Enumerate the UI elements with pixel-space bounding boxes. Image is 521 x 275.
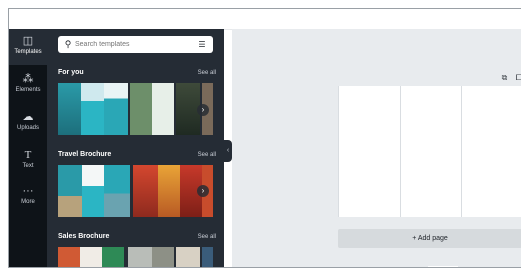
- thumbs-sales-brochure: [58, 247, 213, 267]
- template-thumb[interactable]: [176, 247, 200, 267]
- section-title-sales-brochure: Sales Brochure: [58, 233, 110, 240]
- rail-label-elements: Elements: [15, 87, 41, 93]
- template-thumb[interactable]: [58, 165, 82, 217]
- thumbs-for-you: ›: [58, 83, 213, 135]
- search-box[interactable]: ⚲ ☰: [58, 36, 213, 53]
- side-rail: ◫ Templates ⁂ Elements ☁ Uploads T Text …: [9, 29, 47, 267]
- uploads-icon: ☁: [22, 111, 34, 123]
- fold-line: [400, 86, 401, 217]
- see-all-for-you[interactable]: See all: [198, 70, 216, 76]
- fold-line: [461, 86, 462, 217]
- top-bar: [9, 9, 521, 30]
- see-all-travel-brochure[interactable]: See all: [198, 152, 216, 158]
- rail-label-templates: Templates: [14, 49, 42, 55]
- search-input[interactable]: [75, 41, 183, 48]
- page-tools: ⧉ ⧠: [502, 73, 521, 83]
- template-thumb[interactable]: [82, 165, 104, 217]
- template-thumb[interactable]: [130, 83, 174, 135]
- scrollbar[interactable]: [428, 266, 458, 267]
- templates-panel: ⚲ ☰ For you See all › Travel Brochure Se…: [47, 29, 224, 267]
- thumbs-travel-brochure: ›: [58, 165, 213, 217]
- design-page[interactable]: [338, 86, 521, 217]
- section-title-for-you: For you: [58, 69, 84, 76]
- template-thumb[interactable]: [104, 165, 130, 217]
- next-arrow-icon[interactable]: ›: [197, 104, 209, 116]
- search-icon: ⚲: [64, 39, 72, 49]
- add-page-button[interactable]: + Add page: [338, 229, 521, 248]
- rail-item-more[interactable]: ··· More: [9, 185, 47, 205]
- see-all-sales-brochure[interactable]: See all: [198, 234, 216, 240]
- template-thumb[interactable]: [202, 247, 213, 267]
- template-thumb[interactable]: [58, 247, 80, 267]
- rail-item-uploads[interactable]: ☁ Uploads: [9, 111, 47, 131]
- canvas-area: ⧉ ⧠ + Add page: [232, 29, 521, 267]
- template-thumb[interactable]: [152, 247, 174, 267]
- template-thumb[interactable]: [80, 247, 102, 267]
- rail-item-elements[interactable]: ⁂ Elements: [9, 73, 47, 93]
- rail-item-templates[interactable]: ◫ Templates: [9, 29, 47, 65]
- template-thumb[interactable]: [102, 247, 124, 267]
- collapse-panel-button[interactable]: ‹: [224, 140, 232, 162]
- rail-item-text[interactable]: T Text: [9, 149, 47, 169]
- template-thumb[interactable]: [158, 165, 180, 217]
- template-thumb[interactable]: [128, 247, 152, 267]
- elements-icon: ⁂: [22, 73, 34, 85]
- duplicate-page-icon[interactable]: ⧉: [502, 73, 508, 82]
- next-arrow-icon[interactable]: ›: [197, 185, 209, 197]
- template-thumb[interactable]: [58, 83, 81, 135]
- rail-label-text: Text: [22, 163, 34, 169]
- template-thumb[interactable]: [81, 83, 104, 135]
- rail-label-uploads: Uploads: [16, 125, 39, 131]
- filter-icon[interactable]: ☰: [195, 39, 209, 51]
- text-icon: T: [24, 149, 32, 161]
- add-page-icon[interactable]: ⧠: [516, 73, 521, 82]
- section-title-travel-brochure: Travel Brochure: [58, 151, 112, 158]
- templates-icon: ◫: [22, 35, 34, 47]
- app-window: ◫ Templates ⁂ Elements ☁ Uploads T Text …: [8, 8, 521, 268]
- template-thumb[interactable]: [104, 83, 128, 135]
- rail-label-more: More: [21, 199, 35, 205]
- more-icon: ···: [22, 185, 34, 197]
- template-thumb[interactable]: [133, 165, 158, 217]
